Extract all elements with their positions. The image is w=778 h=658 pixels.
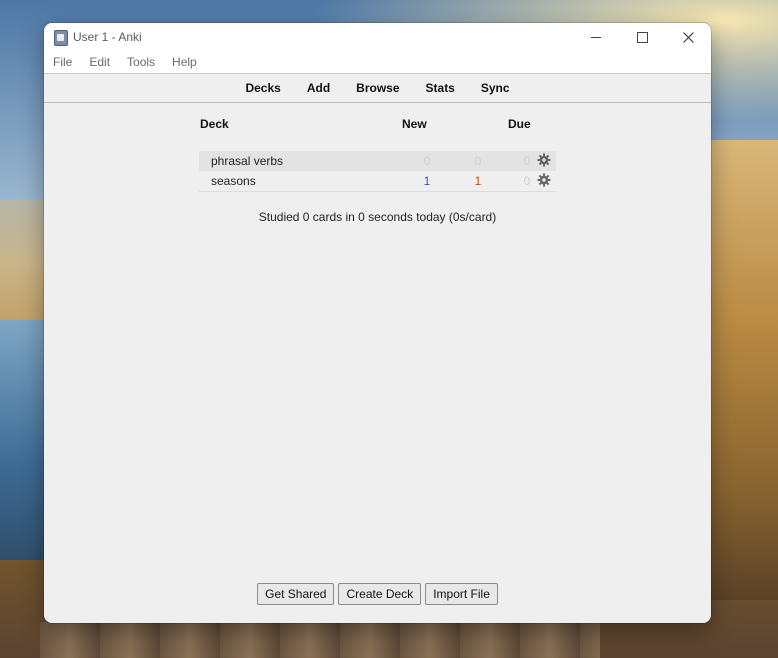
title-bar[interactable]: User 1 - Anki [44,23,711,51]
deck-name-link[interactable]: phrasal verbs [211,154,283,168]
close-button[interactable] [665,23,711,51]
due-count: 0 [523,174,531,188]
main-toolbar: Decks Add Browse Stats Sync [44,74,711,103]
anki-window: User 1 - Anki File Edit Tools Help Decks… [44,23,711,623]
toolbar-add[interactable]: Add [307,81,330,95]
minimize-icon [591,36,601,38]
menu-file[interactable]: File [53,55,72,69]
deck-table-header: Deck New Due [199,117,556,137]
deck-row-seasons: seasons 1 1 0 [199,171,556,192]
get-shared-button[interactable]: Get Shared [257,583,335,605]
new-count: 0 [423,154,431,168]
new-count: 1 [423,174,431,188]
gear-icon[interactable] [537,173,551,187]
learn-count: 0 [474,154,482,168]
maximize-icon [636,31,648,43]
header-deck: Deck [200,117,229,131]
close-icon [682,31,694,43]
deck-list: Deck New Due phrasal verbs 0 0 0 seasons… [199,117,556,192]
window-title: User 1 - Anki [73,30,142,44]
menu-edit[interactable]: Edit [89,55,110,69]
bottom-button-bar: Get Shared Create Deck Import File [44,583,711,605]
due-count: 0 [523,154,531,168]
create-deck-button[interactable]: Create Deck [338,583,422,605]
deck-name-link[interactable]: seasons [211,174,256,188]
toolbar-browse[interactable]: Browse [356,81,399,95]
deck-row-phrasal-verbs: phrasal verbs 0 0 0 [199,151,556,171]
anki-app-icon [54,30,68,46]
toolbar-decks[interactable]: Decks [245,81,280,95]
studied-summary: Studied 0 cards in 0 seconds today (0s/c… [258,210,497,224]
minimize-button[interactable] [573,23,619,51]
toolbar-sync[interactable]: Sync [481,81,510,95]
header-new: New [402,117,427,131]
import-file-button[interactable]: Import File [425,583,498,605]
toolbar-stats[interactable]: Stats [426,81,455,95]
desktop-wallpaper-dock [40,622,600,658]
menu-help[interactable]: Help [172,55,197,69]
maximize-button[interactable] [619,23,665,51]
learn-count: 1 [474,174,482,188]
menu-tools[interactable]: Tools [127,55,155,69]
desktop-wallpaper-grass [710,140,778,600]
menu-bar: File Edit Tools Help [44,51,711,74]
gear-icon[interactable] [537,153,551,167]
header-due: Due [508,117,531,131]
